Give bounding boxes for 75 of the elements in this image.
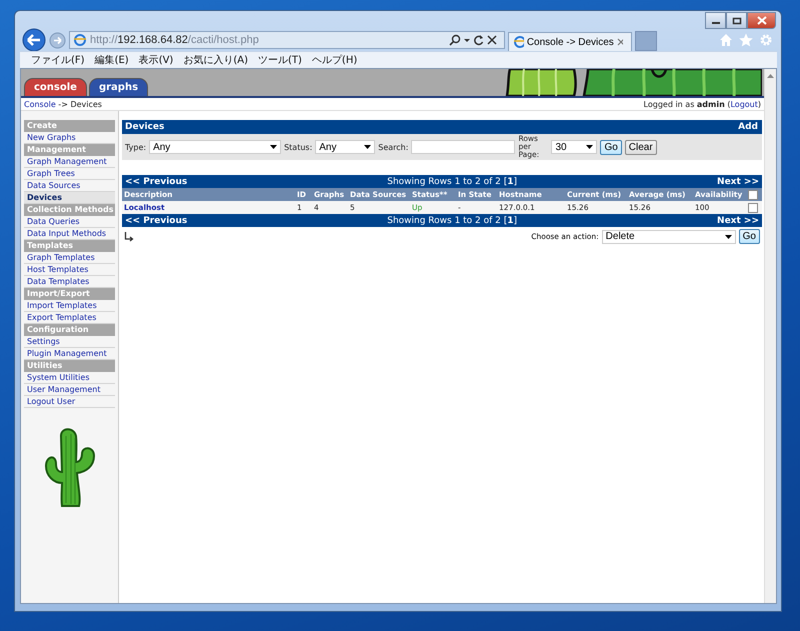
sidebar-item[interactable]: User Management xyxy=(24,384,115,396)
status-select[interactable]: Any xyxy=(315,140,376,154)
caret-icon xyxy=(724,234,732,238)
url-text: http://192.168.64.82/cacti/host.php xyxy=(90,34,259,46)
browser-tab[interactable]: Console -> Devices xyxy=(508,32,632,51)
sidebar-item[interactable]: Graph Management xyxy=(24,156,115,168)
menu-item[interactable]: ツール(T) xyxy=(253,53,307,67)
minimize-button[interactable] xyxy=(705,12,726,29)
previous-link[interactable]: << Previous xyxy=(125,176,188,186)
filter-label: Type: xyxy=(125,142,146,152)
type-select[interactable]: Any xyxy=(149,140,282,154)
sidebar-heading: Create xyxy=(24,120,115,132)
sidebar-item[interactable]: Graph Trees xyxy=(24,168,115,180)
breadcrumb: Console -> Devices xyxy=(24,100,102,108)
address-bar[interactable]: http://192.168.64.82/cacti/host.php xyxy=(69,31,505,49)
caret-icon xyxy=(364,145,372,149)
next-link[interactable]: Next >> xyxy=(717,176,759,186)
logout-link[interactable]: Logout xyxy=(730,100,758,108)
rows-select[interactable]: 30 xyxy=(551,140,598,154)
menu-item[interactable]: お気に入り(A) xyxy=(178,53,253,67)
page-icon xyxy=(513,35,524,49)
checkbox[interactable] xyxy=(748,190,758,200)
sidebar-item[interactable]: Devices xyxy=(24,192,115,204)
add-link[interactable]: Add xyxy=(738,122,758,132)
caret-icon xyxy=(270,145,278,149)
search-field[interactable] xyxy=(411,140,516,154)
corner-arrow-icon xyxy=(124,232,134,242)
menu-item[interactable]: ファイル(F) xyxy=(26,53,90,67)
refresh-icon[interactable] xyxy=(473,34,484,46)
previous-link[interactable]: << Previous xyxy=(125,216,188,226)
close-button[interactable] xyxy=(747,12,776,29)
action-select[interactable]: Delete xyxy=(602,230,736,244)
filter-label: Status: xyxy=(284,142,312,152)
sidebar-item[interactable]: Host Templates xyxy=(24,264,115,276)
caret-icon xyxy=(586,145,594,149)
filter-label: Search: xyxy=(378,142,408,152)
nav-tab[interactable]: graphs xyxy=(88,78,148,96)
row-count: Showing Rows 1 to 2 of 2 [1] xyxy=(387,176,518,186)
sidebar-item[interactable]: System Utilities xyxy=(24,372,115,384)
scrollbar[interactable] xyxy=(764,69,776,603)
sidebar-heading: Management xyxy=(24,144,115,156)
go-button[interactable]: Go xyxy=(600,140,622,154)
sidebar-heading: Utilities xyxy=(24,360,115,372)
row-count: Showing Rows 1 to 2 of 2 [1] xyxy=(387,216,518,226)
star-icon[interactable] xyxy=(739,33,753,47)
nav-tab[interactable]: console xyxy=(24,78,87,96)
sidebar-item[interactable]: Logout User xyxy=(24,396,115,408)
back-button[interactable] xyxy=(22,28,46,52)
next-link[interactable]: Next >> xyxy=(717,216,759,226)
clear-button[interactable]: Clear xyxy=(624,140,657,154)
login-status: Logged in as admin (Logout) xyxy=(644,100,761,108)
sidebar-item[interactable]: Graph Templates xyxy=(24,252,115,264)
forward-button[interactable] xyxy=(49,32,66,48)
sidebar-item[interactable]: Settings xyxy=(24,336,115,348)
sidebar-item[interactable]: Import Templates xyxy=(24,300,115,312)
close-icon[interactable] xyxy=(616,38,623,46)
search-icon[interactable] xyxy=(449,34,461,46)
breadcrumb-link[interactable]: Console xyxy=(24,100,56,108)
sidebar-heading: Collection Methods xyxy=(24,204,115,216)
stop-icon[interactable] xyxy=(487,34,497,46)
menu-item[interactable]: 表示(V) xyxy=(134,53,178,67)
maximize-icon xyxy=(732,16,742,24)
sidebar-heading: Configuration xyxy=(24,324,115,336)
menu-item[interactable]: ヘルプ(H) xyxy=(306,53,362,67)
menu-item[interactable]: 編集(E) xyxy=(90,53,134,67)
sidebar-item[interactable]: Data Queries xyxy=(24,216,115,228)
sidebar-heading: Templates xyxy=(24,240,115,252)
panel-title: Devices xyxy=(125,122,164,132)
page-icon xyxy=(73,33,87,47)
go-button[interactable]: Go xyxy=(738,229,760,244)
checkbox[interactable] xyxy=(748,202,758,212)
scroll-up-icon[interactable] xyxy=(767,74,774,78)
sidebar-heading: Import/Export xyxy=(24,288,115,300)
maximize-button[interactable] xyxy=(726,12,747,29)
close-icon xyxy=(756,16,766,25)
